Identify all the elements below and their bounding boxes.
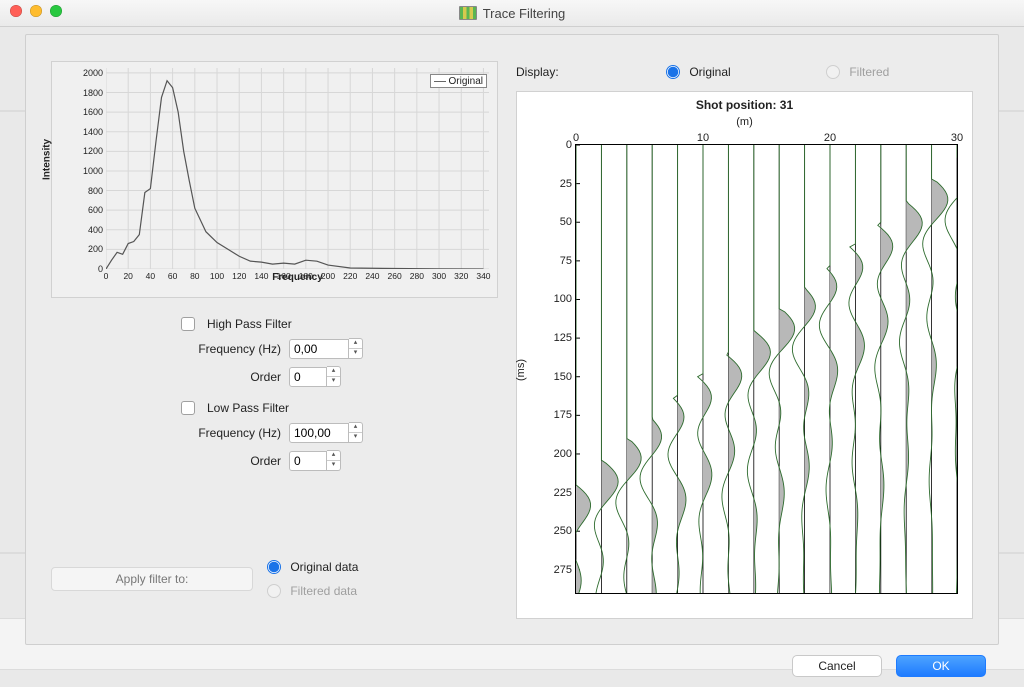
filter-controls: High Pass Filter Frequency (Hz) ▴ ▾ Orde… bbox=[51, 310, 496, 478]
chevron-down-icon[interactable]: ▾ bbox=[349, 349, 362, 358]
titlebar-icon bbox=[459, 6, 477, 20]
ok-button[interactable]: OK bbox=[896, 655, 986, 677]
lowpass-freq-label: Frequency (Hz) bbox=[186, 426, 281, 440]
apply-filtered-radio-row: Filtered data bbox=[267, 584, 358, 598]
chevron-down-icon[interactable]: ▾ bbox=[349, 433, 362, 442]
chevron-down-icon[interactable]: ▾ bbox=[327, 461, 340, 470]
display-filtered-label: Filtered bbox=[849, 65, 889, 79]
display-filtered-radio-row: Filtered bbox=[826, 65, 889, 79]
chevron-up-icon[interactable]: ▴ bbox=[327, 451, 340, 461]
lowpass-order-input[interactable] bbox=[289, 451, 327, 471]
highpass-order-stepper[interactable]: ▴ ▾ bbox=[327, 366, 341, 387]
spectrum-ylabel: Intensity bbox=[42, 138, 53, 179]
spectrum-legend: Original bbox=[430, 74, 487, 88]
display-filtered-radio bbox=[826, 65, 840, 79]
cancel-button[interactable]: Cancel bbox=[792, 655, 882, 677]
ok-button-label: OK bbox=[932, 659, 949, 673]
display-original-radio-row[interactable]: Original bbox=[666, 65, 826, 79]
zoom-window-button[interactable] bbox=[50, 5, 62, 17]
window-controls bbox=[10, 5, 62, 17]
high-pass-label: High Pass Filter bbox=[207, 317, 292, 331]
apply-filter-row: Apply filter to: Original data Filtered … bbox=[51, 560, 496, 598]
lowpass-order-stepper[interactable]: ▴ ▾ bbox=[327, 450, 341, 471]
low-pass-checkbox[interactable] bbox=[181, 401, 195, 415]
display-original-radio[interactable] bbox=[666, 65, 680, 79]
chevron-up-icon[interactable]: ▴ bbox=[349, 423, 362, 433]
cancel-button-label: Cancel bbox=[818, 659, 855, 673]
lowpass-frequency-stepper[interactable]: ▴ ▾ bbox=[349, 422, 363, 443]
spectrum-plot-area bbox=[106, 68, 489, 269]
highpass-frequency-stepper[interactable]: ▴ ▾ bbox=[349, 338, 363, 359]
legend-original-label: Original bbox=[449, 76, 483, 87]
lowpass-frequency-input[interactable] bbox=[289, 423, 349, 443]
chevron-down-icon[interactable]: ▾ bbox=[327, 377, 340, 386]
high-pass-checkbox[interactable] bbox=[181, 317, 195, 331]
apply-filtered-label: Filtered data bbox=[290, 584, 357, 598]
apply-filter-button[interactable]: Apply filter to: bbox=[51, 567, 253, 591]
lowpass-order-label: Order bbox=[186, 454, 281, 468]
minimize-window-button[interactable] bbox=[30, 5, 42, 17]
wiggle-subtitle: (m) bbox=[517, 116, 972, 128]
highpass-frequency-input[interactable] bbox=[289, 339, 349, 359]
wiggle-pane: Shot position: 31 (m) (ms) 0102030025507… bbox=[516, 91, 973, 619]
wiggle-ylabel: (ms) bbox=[515, 359, 527, 381]
apply-filtered-radio bbox=[267, 584, 281, 598]
spectrum-chart: Intensity Original Frequency 02040608010… bbox=[51, 61, 498, 298]
display-original-label: Original bbox=[689, 65, 730, 79]
highpass-freq-label: Frequency (Hz) bbox=[186, 342, 281, 356]
wiggle-plot-area bbox=[576, 145, 957, 593]
apply-original-label: Original data bbox=[290, 560, 358, 574]
dialog-footer: Cancel OK bbox=[792, 655, 986, 677]
dialog-body: Intensity Original Frequency 02040608010… bbox=[25, 34, 999, 645]
close-window-button[interactable] bbox=[10, 5, 22, 17]
display-label: Display: bbox=[516, 65, 666, 79]
chevron-up-icon[interactable]: ▴ bbox=[327, 367, 340, 377]
titlebar: PNGPDFODT ←→↔ ⊕⊖≈ ≈◧✶ Trace Filtering bbox=[0, 0, 1024, 27]
apply-original-radio[interactable] bbox=[267, 560, 281, 574]
apply-filter-label: Apply filter to: bbox=[116, 572, 189, 586]
display-selector: Display: Original Filtered bbox=[516, 65, 968, 79]
window-title: Trace Filtering bbox=[483, 6, 566, 21]
apply-original-radio-row[interactable]: Original data bbox=[267, 560, 358, 574]
low-pass-label: Low Pass Filter bbox=[207, 401, 289, 415]
highpass-order-input[interactable] bbox=[289, 367, 327, 387]
highpass-order-label: Order bbox=[186, 370, 281, 384]
wiggle-title: Shot position: 31 bbox=[517, 98, 972, 112]
chevron-up-icon[interactable]: ▴ bbox=[349, 339, 362, 349]
